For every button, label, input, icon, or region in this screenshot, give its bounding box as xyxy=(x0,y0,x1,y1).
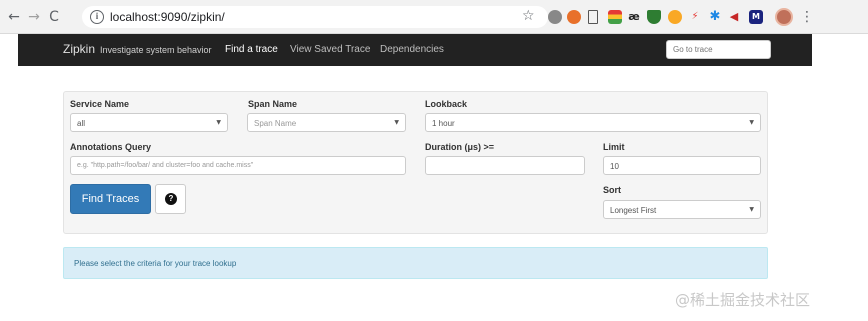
sort-value: Longest First xyxy=(610,206,657,215)
chevron-down-icon: ▼ xyxy=(749,206,754,213)
app-navbar: Zipkin Investigate system behavior Find … xyxy=(18,34,812,66)
extension-megaphone-icon[interactable]: ◀ xyxy=(727,10,741,24)
help-button[interactable]: ? xyxy=(155,184,186,214)
extension-shield-icon[interactable] xyxy=(647,10,661,24)
span-name-label: Span Name xyxy=(248,99,298,109)
limit-input[interactable]: 10 xyxy=(603,156,761,175)
sort-select[interactable]: Longest First ▼ xyxy=(603,200,761,219)
alert-message: Please select the criteria for your trac… xyxy=(74,259,237,268)
bookmark-star-icon[interactable]: ☆ xyxy=(522,8,535,24)
annotations-query-input[interactable]: e.g. "http.path=/foo/bar/ and cluster=fo… xyxy=(70,156,406,175)
info-alert: Please select the criteria for your trac… xyxy=(63,247,768,279)
brand-logo[interactable]: Zipkin xyxy=(63,42,95,56)
brand-tagline: Investigate system behavior xyxy=(100,45,212,55)
watermark-text: @稀土掘金技术社区 xyxy=(675,291,811,309)
sort-label: Sort xyxy=(603,185,621,195)
url-text: localhost:9090/zipkin/ xyxy=(110,10,225,24)
service-name-value: all xyxy=(77,119,86,128)
span-name-select[interactable]: Span Name ▼ xyxy=(247,113,406,132)
site-info-icon[interactable]: i xyxy=(90,10,104,24)
goto-trace-input[interactable] xyxy=(666,40,771,59)
extension-eye-icon[interactable] xyxy=(548,10,562,24)
annotations-placeholder: e.g. "http.path=/foo/bar/ and cluster=fo… xyxy=(77,162,254,169)
limit-value: 10 xyxy=(610,162,619,171)
reload-icon[interactable]: C xyxy=(46,9,62,25)
back-arrow-icon[interactable]: ← xyxy=(6,9,22,25)
extension-compass-icon[interactable] xyxy=(668,10,682,24)
annotations-query-label: Annotations Query xyxy=(70,142,152,152)
limit-label: Limit xyxy=(603,142,625,152)
profile-avatar[interactable] xyxy=(775,8,793,26)
browser-toolbar: ← → C i localhost:9090/zipkin/ ☆ æ ⚡ ✱ ◀… xyxy=(0,0,868,34)
find-traces-button[interactable]: Find Traces xyxy=(70,184,151,214)
extension-ae-icon[interactable]: æ xyxy=(627,10,641,24)
browser-menu-icon[interactable]: ⋮ xyxy=(800,9,814,25)
forward-arrow-icon[interactable]: → xyxy=(26,9,42,25)
chevron-down-icon: ▼ xyxy=(394,119,399,126)
search-form: Service Name all ▼ Span Name Span Name ▼… xyxy=(63,91,768,234)
question-icon: ? xyxy=(165,193,177,205)
address-bar[interactable]: i localhost:9090/zipkin/ xyxy=(82,6,548,28)
lookback-value: 1 hour xyxy=(432,119,455,128)
chevron-down-icon: ▼ xyxy=(749,119,754,126)
extension-m-icon[interactable]: M xyxy=(749,10,763,24)
duration-label: Duration (μs) >= xyxy=(425,142,495,152)
span-name-placeholder: Span Name xyxy=(254,119,297,128)
lookback-label: Lookback xyxy=(425,99,468,109)
extension-rocket-icon[interactable]: ⚡ xyxy=(688,10,702,24)
lookback-select[interactable]: 1 hour ▼ xyxy=(425,113,761,132)
nav-dependencies[interactable]: Dependencies xyxy=(380,44,444,55)
nav-find-trace[interactable]: Find a trace xyxy=(225,44,278,55)
extension-asterisk-icon[interactable]: ✱ xyxy=(708,10,722,24)
service-name-label: Service Name xyxy=(70,99,130,109)
chevron-down-icon: ▼ xyxy=(216,119,221,126)
nav-view-saved-trace[interactable]: View Saved Trace xyxy=(290,44,370,55)
extension-bookmark-icon[interactable] xyxy=(588,10,598,24)
extension-orange-icon[interactable] xyxy=(567,10,581,24)
duration-input[interactable] xyxy=(425,156,585,175)
extension-color-icon[interactable] xyxy=(608,10,622,24)
service-name-select[interactable]: all ▼ xyxy=(70,113,228,132)
